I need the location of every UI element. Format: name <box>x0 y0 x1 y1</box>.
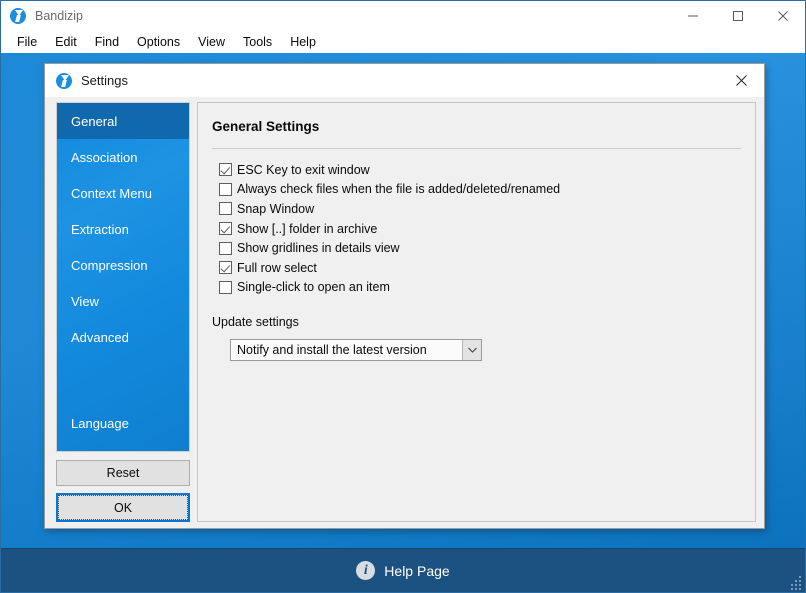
window-controls <box>670 1 805 30</box>
checkbox-icon[interactable] <box>219 242 232 255</box>
sidebar-item-label: Language <box>71 416 129 431</box>
dialog-title-bar: Settings <box>45 64 764 97</box>
sidebar-item-compression[interactable]: Compression <box>57 247 189 283</box>
update-settings-select[interactable]: Notify and install the latest version <box>230 339 482 361</box>
ok-button-label: OK <box>58 495 188 520</box>
dialog-title: Settings <box>81 73 128 88</box>
sidebar-item-label: Compression <box>71 258 148 273</box>
update-settings-selected-value: Notify and install the latest version <box>231 343 462 357</box>
sidebar-item-label: Context Menu <box>71 186 152 201</box>
sidebar-item-label: Advanced <box>71 330 129 345</box>
checkbox-label: Show gridlines in details view <box>237 241 400 255</box>
menu-item-file[interactable]: File <box>8 32 46 52</box>
menu-item-edit[interactable]: Edit <box>46 32 86 52</box>
checkbox-label: Single-click to open an item <box>237 280 390 294</box>
checkbox-icon[interactable] <box>219 163 232 176</box>
info-icon: i <box>356 561 375 580</box>
sidebar-item-label: Association <box>71 150 137 165</box>
sidebar-item-language[interactable]: Language <box>57 405 189 441</box>
checkbox-icon[interactable] <box>219 222 232 235</box>
checkbox-row-full-row-select[interactable]: Full row select <box>219 258 741 278</box>
settings-dialog: Settings General Association Context Men… <box>44 63 765 529</box>
checkbox-row-single-click-open[interactable]: Single-click to open an item <box>219 278 741 298</box>
sidebar-item-extraction[interactable]: Extraction <box>57 211 189 247</box>
sidebar-item-label: General <box>71 114 117 129</box>
sidebar-item-label: View <box>71 294 99 309</box>
sidebar-item-label: Extraction <box>71 222 129 237</box>
bandizip-logo-icon <box>10 8 26 24</box>
page-title: General Settings <box>212 119 319 134</box>
checkbox-row-always-check-files[interactable]: Always check files when the file is adde… <box>219 180 741 200</box>
checkbox-label: Full row select <box>237 261 317 275</box>
checkbox-label: ESC Key to exit window <box>237 163 370 177</box>
update-settings-label: Update settings <box>212 315 299 329</box>
menu-item-find[interactable]: Find <box>86 32 128 52</box>
heading-divider <box>212 148 741 149</box>
app-title: Bandizip <box>35 9 83 23</box>
ok-button[interactable]: OK <box>56 493 190 522</box>
close-icon[interactable] <box>719 64 764 97</box>
checkbox-label: Snap Window <box>237 202 314 216</box>
menu-item-view[interactable]: View <box>189 32 234 52</box>
help-page-link[interactable]: i Help Page <box>356 561 449 580</box>
title-bar: Bandizip <box>1 1 805 30</box>
checkbox-row-esc-key[interactable]: ESC Key to exit window <box>219 160 741 180</box>
settings-content-panel: General Settings ESC Key to exit window … <box>197 102 756 522</box>
checkbox-icon[interactable] <box>219 202 232 215</box>
checkbox-icon[interactable] <box>219 261 232 274</box>
resize-grip[interactable] <box>789 576 802 589</box>
sidebar-item-advanced[interactable]: Advanced <box>57 319 189 355</box>
maximize-icon[interactable] <box>715 1 760 30</box>
sidebar-item-general[interactable]: General <box>57 103 189 139</box>
menu-item-options[interactable]: Options <box>128 32 189 52</box>
reset-button[interactable]: Reset <box>56 460 190 486</box>
help-page-label: Help Page <box>384 563 449 579</box>
menu-item-tools[interactable]: Tools <box>234 32 281 52</box>
menu-item-help[interactable]: Help <box>281 32 325 52</box>
menu-bar: File Edit Find Options View Tools Help <box>1 30 805 53</box>
checkbox-icon[interactable] <box>219 281 232 294</box>
sidebar-item-context-menu[interactable]: Context Menu <box>57 175 189 211</box>
help-bar: i Help Page <box>1 548 805 592</box>
sidebar-item-view[interactable]: View <box>57 283 189 319</box>
checkbox-label: Always check files when the file is adde… <box>237 182 560 196</box>
checkbox-row-show-gridlines[interactable]: Show gridlines in details view <box>219 238 741 258</box>
checkbox-row-snap-window[interactable]: Snap Window <box>219 199 741 219</box>
minimize-icon[interactable] <box>670 1 715 30</box>
close-icon[interactable] <box>760 1 805 30</box>
application-window: Bandizip File Edit Find Options View Too… <box>0 0 806 593</box>
general-options-list: ESC Key to exit window Always check file… <box>219 160 741 297</box>
sidebar-item-association[interactable]: Association <box>57 139 189 175</box>
checkbox-icon[interactable] <box>219 183 232 196</box>
bandizip-logo-icon <box>56 73 72 89</box>
settings-sidebar: General Association Context Menu Extract… <box>56 102 190 452</box>
checkbox-label: Show [..] folder in archive <box>237 222 377 236</box>
chevron-down-icon[interactable] <box>462 340 481 360</box>
dialog-body: General Association Context Menu Extract… <box>45 97 764 528</box>
checkbox-row-show-parent-folder[interactable]: Show [..] folder in archive <box>219 219 741 239</box>
